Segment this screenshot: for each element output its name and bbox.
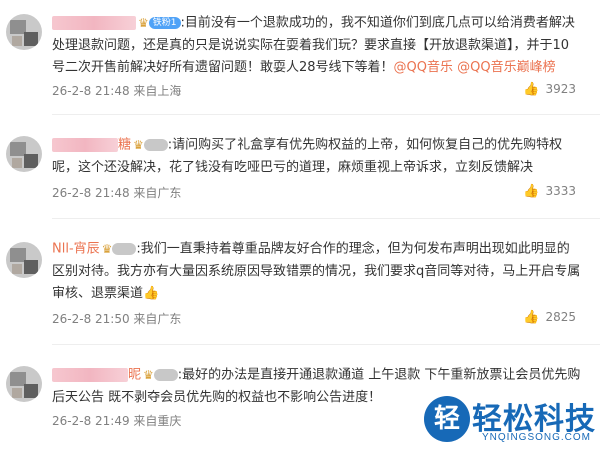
mention-link[interactable]: @QQ音乐 @QQ音乐巅峰榜 — [394, 60, 556, 75]
divider — [52, 114, 600, 115]
fan-badge — [143, 139, 168, 151]
like-count: 3333 — [545, 184, 576, 198]
thumb-up-icon: 👍 — [523, 310, 540, 325]
fan-badge — [112, 243, 137, 255]
like-button[interactable]: 👍 2825 — [523, 310, 576, 325]
fan-badge: 铁粉1 — [148, 17, 181, 29]
avatar[interactable] — [6, 242, 42, 278]
crown-icon: ♛ — [143, 368, 154, 382]
crown-icon: ♛ — [138, 16, 149, 30]
avatar[interactable] — [6, 14, 42, 50]
username[interactable]: Nll-宵辰 — [52, 242, 100, 257]
watermark-logo: 轻 — [424, 396, 470, 442]
like-button[interactable]: 👍 3923 — [523, 82, 576, 97]
comment-meta: 26-2-8 21:50 来自广东 — [52, 312, 182, 326]
username[interactable] — [52, 138, 118, 152]
divider — [52, 218, 600, 219]
thumb-up-icon: 👍 — [523, 82, 540, 97]
divider — [52, 344, 600, 345]
thumb-up-icon: 👍 — [523, 184, 540, 199]
site-watermark: 轻 轻松科技 YNQINGSONG.COM — [424, 396, 595, 450]
avatar[interactable] — [6, 366, 42, 402]
watermark-url: YNQINGSONG.COM — [482, 432, 592, 443]
comment-meta: 26-2-8 21:48 来自上海 — [52, 84, 182, 98]
username[interactable] — [52, 368, 128, 382]
comment-meta: 26-2-8 21:49 来自重庆 — [52, 414, 182, 428]
avatar[interactable] — [6, 136, 42, 172]
username[interactable] — [52, 16, 136, 30]
like-count: 3923 — [545, 82, 576, 96]
like-button[interactable]: 👍 3333 — [523, 184, 576, 199]
fan-badge — [153, 369, 178, 381]
crown-icon: ♛ — [101, 242, 113, 256]
crown-icon: ♛ — [133, 138, 144, 152]
like-count: 2825 — [545, 310, 576, 324]
comment-meta: 26-2-8 21:48 来自广东 — [52, 186, 182, 200]
